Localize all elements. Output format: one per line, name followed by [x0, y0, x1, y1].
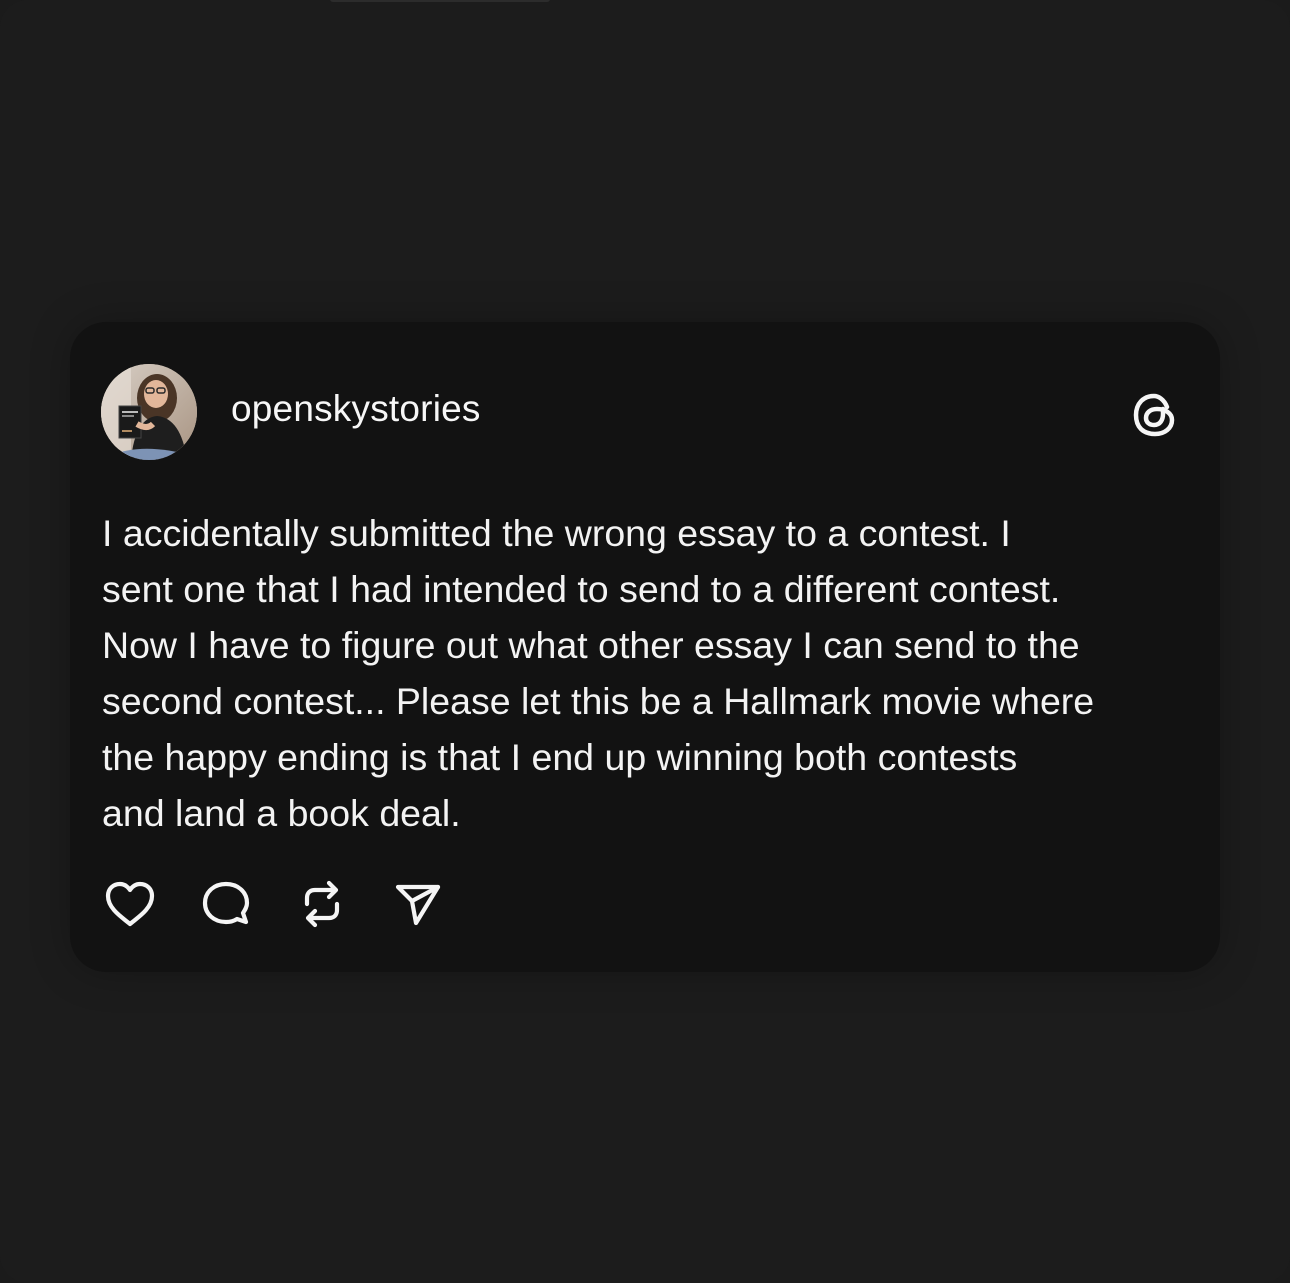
status-bar-fragment — [330, 0, 550, 2]
post-username[interactable]: openskystories — [231, 388, 481, 430]
threads-logo-icon — [1127, 387, 1183, 443]
comment-bubble-icon — [202, 881, 250, 925]
repost-icon — [304, 880, 340, 928]
screen: openskystories I accidentally submitted … — [0, 0, 1290, 1283]
repost-button[interactable] — [292, 874, 352, 934]
share-button[interactable] — [388, 874, 448, 934]
send-icon — [395, 884, 441, 926]
threads-post-card: openskystories I accidentally submitted … — [70, 322, 1220, 972]
like-button[interactable] — [100, 874, 160, 934]
avatar[interactable] — [101, 364, 197, 460]
post-text: I accidentally submitted the wrong essay… — [102, 512, 1095, 834]
post-actions-bar — [100, 874, 460, 934]
reply-button[interactable] — [196, 874, 256, 934]
avatar-photo — [101, 364, 197, 460]
heart-icon — [105, 881, 155, 927]
